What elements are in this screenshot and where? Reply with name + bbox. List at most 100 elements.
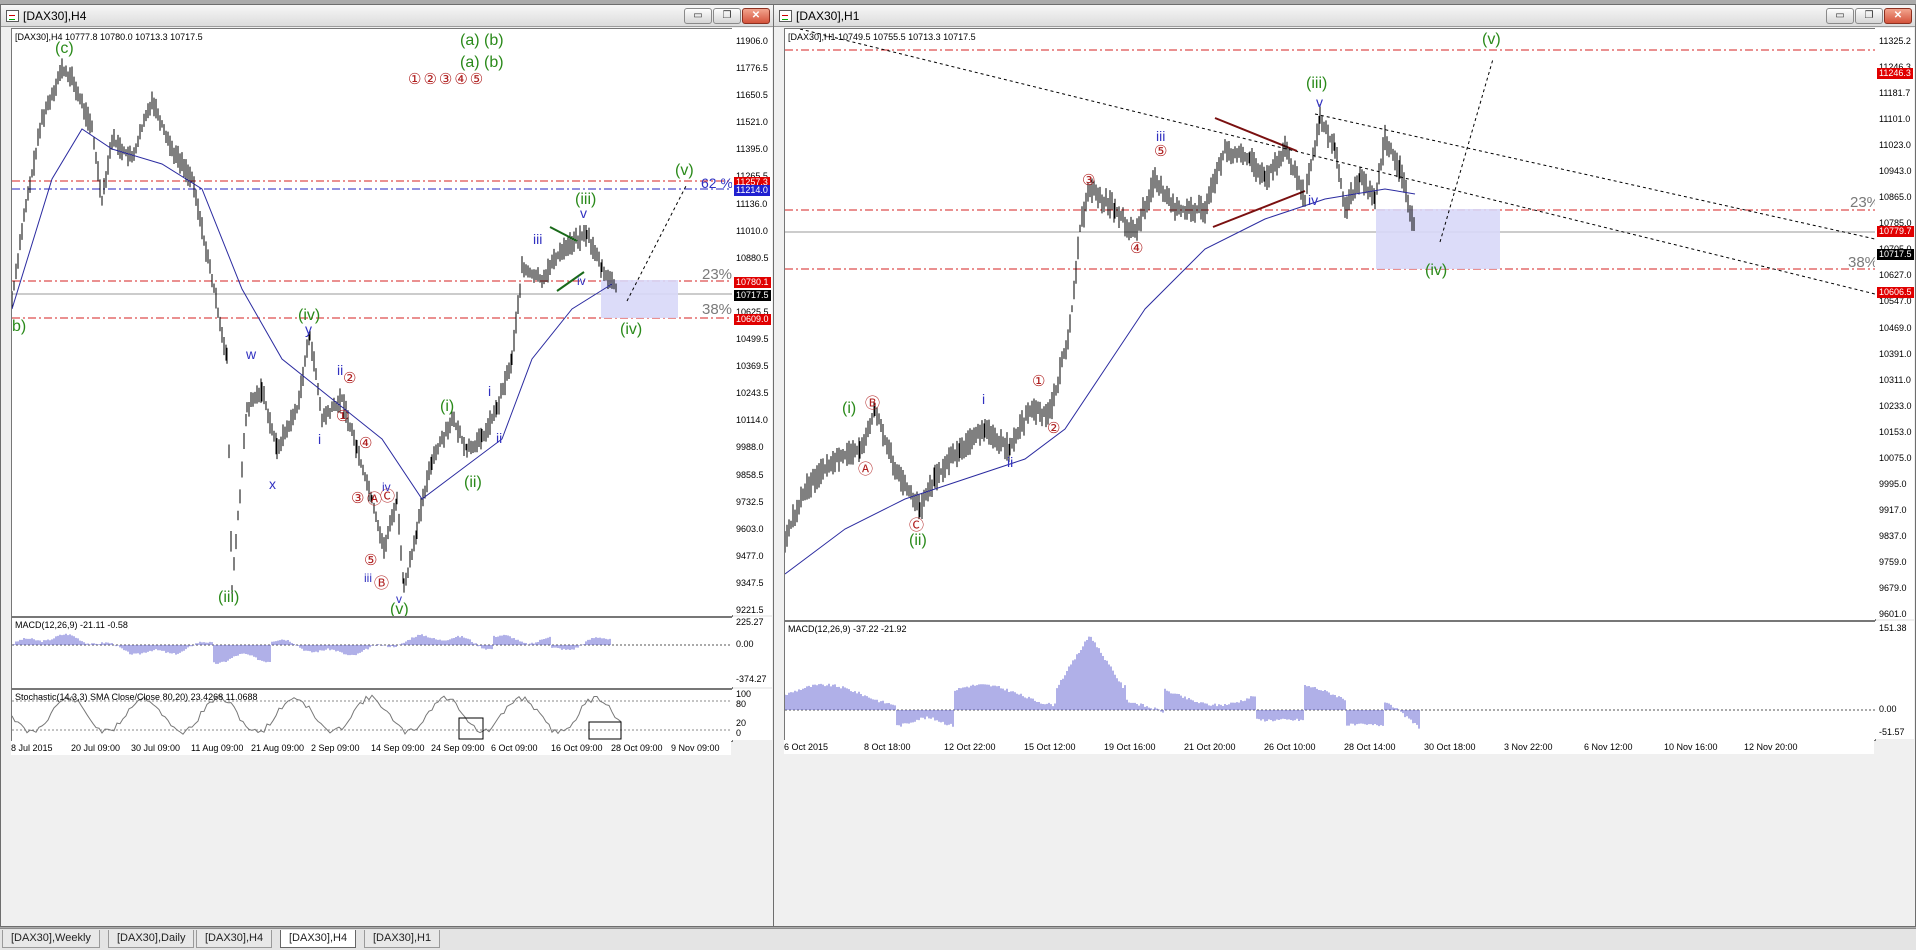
chart-tab-bar: [DAX30],Weekly [DAX30],Daily [DAX30],H4 [DA… xyxy=(0,928,1916,950)
chart-tab[interactable]: [DAX30],Weekly xyxy=(2,930,100,948)
wave-circle-b-label: Ⓑ xyxy=(374,575,390,592)
wave-circle-b-label: Ⓑ xyxy=(865,395,881,412)
target-zone xyxy=(1376,209,1500,269)
price-tag: 10717.5 xyxy=(1877,249,1914,260)
chart-tab[interactable]: [DAX30],H1 xyxy=(364,930,441,948)
h4-window-titlebar[interactable]: [DAX30],H4 ▭ ❐ ✕ xyxy=(1,5,773,27)
wave-circle-4-label: ④ xyxy=(1130,240,1144,257)
minimize-button[interactable]: ▭ xyxy=(1826,8,1854,24)
price-scale-tick: 9347.5 xyxy=(736,577,764,588)
price-scale-tick: 10233.0 xyxy=(1879,400,1912,411)
date-tick: 16 Oct 09:00 xyxy=(551,743,603,753)
date-tick: 15 Oct 12:00 xyxy=(1024,742,1076,752)
wave-i-small-label: i xyxy=(488,383,492,399)
price-scale-tick: 11650.5 xyxy=(736,90,768,101)
chart-tab[interactable]: [DAX30],H4 xyxy=(196,930,273,948)
moving-average-line xyxy=(785,188,1416,575)
price-scale-tick: 11906.0 xyxy=(736,36,768,46)
wave-i-blue-label: i xyxy=(982,391,986,407)
price-scale-tick: 11181.7 xyxy=(1879,88,1911,99)
h4-price-pane[interactable]: [DAX30],H4 10777.8 10780.0 10713.3 10717… xyxy=(11,28,733,617)
wave-circle-2-label: ② xyxy=(343,370,357,387)
price-tag: 10780.1 xyxy=(734,277,771,288)
date-tick: 9 Nov 09:00 xyxy=(671,743,720,753)
chart-window-icon xyxy=(779,10,792,22)
price-scale-tick: 10243.5 xyxy=(736,388,769,399)
date-tick: 12 Nov 20:00 xyxy=(1744,742,1798,752)
price-scale-tick: 9601.0 xyxy=(1879,609,1907,619)
price-scale-tick: 11010.0 xyxy=(736,225,768,236)
h1-macd-histogram xyxy=(785,636,1875,729)
h1-price-scale[interactable]: 11325.2 11246.3 11181.7 11101.0 11023.0 10943… xyxy=(1875,28,1914,619)
h1-window-titlebar[interactable]: [DAX30],H1 ▭ ❐ ✕ xyxy=(774,5,1915,27)
price-tag: 10609.0 xyxy=(734,314,771,325)
price-scale-tick: 10627.0 xyxy=(1879,270,1912,281)
h4-price-scale[interactable]: 11906.011776.511650.511521.011395.011265… xyxy=(732,28,772,615)
price-tag: 10606.5 xyxy=(1877,287,1914,298)
h4-macd-pane[interactable]: MACD(12,26,9) -21.11 -0.58 xyxy=(11,617,733,689)
restore-button[interactable]: ❐ xyxy=(1855,8,1883,24)
oversold-box xyxy=(458,717,484,740)
price-scale-tick: 11776.5 xyxy=(736,63,768,74)
h4-info-line: [DAX30],H4 10777.8 10780.0 10713.3 10717… xyxy=(15,32,203,42)
date-tick: 21 Aug 09:00 xyxy=(251,743,305,753)
stoch-scale-tick: 20 xyxy=(736,718,747,728)
chart-window-icon xyxy=(6,10,19,22)
price-scale-tick: 10499.5 xyxy=(736,334,769,345)
wave-ii-small-label: ii xyxy=(496,430,503,446)
price-scale-tick: 10880.5 xyxy=(736,252,769,263)
wave-circle-a-label: Ⓐ xyxy=(858,461,874,478)
h1-price-pane[interactable]: [DAX30],H1 10749.5 10755.5 10713.3 10717… xyxy=(784,28,1876,621)
macd-scale-tick: 0.00 xyxy=(1879,704,1897,714)
wave-circle-5-label: ⑤ xyxy=(1154,143,1168,160)
h4-macd-label: MACD(12,26,9) -21.11 -0.58 xyxy=(15,620,128,630)
date-tick: 6 Oct 2015 xyxy=(784,742,829,752)
date-tick: 24 Sep 09:00 xyxy=(431,743,485,753)
price-scale-tick: 10114.0 xyxy=(736,415,768,426)
wave-circle-3-label: ③ xyxy=(1082,172,1096,189)
chart-tab[interactable]: [DAX30],H4 xyxy=(280,930,357,948)
price-scale-tick: 9679.0 xyxy=(1879,582,1907,593)
h1-chart-window[interactable]: [DAX30],H1 ▭ ❐ ✕ [DAX30],H1 10749.5 1075… xyxy=(773,4,1916,927)
h4-chart-window[interactable]: [DAX30],H4 ▭ ❐ ✕ [DAX30],H4 10777.8 1078… xyxy=(0,4,774,927)
legend-ab-2: (a) (b) xyxy=(460,54,504,71)
wave-ii-blue-label: ii xyxy=(1007,454,1014,470)
date-tick: 2 Sep 09:00 xyxy=(311,743,360,753)
date-tick: 8 Jul 2015 xyxy=(11,743,53,753)
close-button[interactable]: ✕ xyxy=(1884,8,1912,24)
stoch-scale-tick: 0 xyxy=(736,728,742,738)
date-tick: 26 Oct 10:00 xyxy=(1264,742,1316,752)
chart-tab[interactable]: [DAX30],Daily xyxy=(108,930,195,948)
legend-ab-1: (a) (b) xyxy=(460,32,504,49)
h4-stochastic-pane[interactable]: Stochastic(14,3,3) SMA Close/Close 80,20… xyxy=(11,689,733,742)
target-zone xyxy=(601,280,678,318)
fib-62-label: 62 % xyxy=(701,175,733,191)
h1-date-axis: 6 Oct 2015 8 Oct 18:00 12 Oct 22:00 15 Oct … xyxy=(784,740,1874,754)
close-button[interactable]: ✕ xyxy=(742,8,770,24)
restore-button[interactable]: ❐ xyxy=(713,8,741,24)
date-tick: 19 Oct 16:00 xyxy=(1104,742,1156,752)
date-tick: 28 Oct 14:00 xyxy=(1344,742,1396,752)
price-scale-tick: 9988.0 xyxy=(736,442,764,453)
h1-macd-label: MACD(12,26,9) -37.22 -21.92 xyxy=(788,624,907,634)
wave-x-label: x xyxy=(269,476,276,492)
price-scale-tick: 9858.5 xyxy=(736,469,764,480)
wave-iii-low-label: (iii) xyxy=(218,589,240,606)
price-scale-tick: 10075.0 xyxy=(1879,452,1912,463)
wave-iv-blue-label: iv xyxy=(577,274,586,288)
macd-scale-tick: -374.27 xyxy=(736,674,767,684)
price-scale-tick: 9477.0 xyxy=(736,550,764,561)
wave-v-low-label: (v) xyxy=(390,601,409,617)
h1-macd-scale: 151.38 0.00 -51.57 xyxy=(1875,621,1914,739)
date-tick: 11 Aug 09:00 xyxy=(191,743,244,753)
fib-38-label: 38% xyxy=(1848,254,1876,271)
macd-scale-tick: 225.27 xyxy=(736,617,764,627)
wave-circle-c-label: Ⓒ xyxy=(909,517,925,534)
minimize-button[interactable]: ▭ xyxy=(684,8,712,24)
price-tag: 10779.7 xyxy=(1877,226,1914,237)
price-scale-tick: 9732.5 xyxy=(736,496,764,507)
macd-scale-tick: -51.57 xyxy=(1879,727,1905,737)
wave-ii-paren-label: (ii) xyxy=(464,474,482,491)
wave-v-blue-label: v xyxy=(580,205,587,221)
h1-macd-pane[interactable]: MACD(12,26,9) -37.22 -21.92 xyxy=(784,621,1876,741)
